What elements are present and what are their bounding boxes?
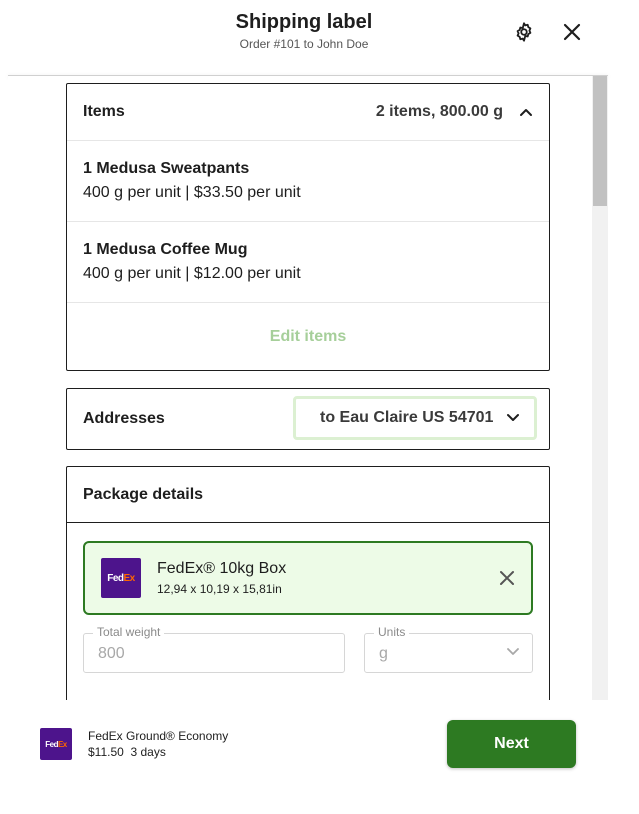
edit-items-button[interactable]: Edit items (270, 328, 346, 346)
items-card: Items 2 items, 800.00 g 1 Medusa Sweatpa… (66, 83, 550, 371)
next-button[interactable]: Next (447, 720, 576, 768)
item-meta: 400 g per unit | $33.50 per unit (83, 184, 301, 201)
address-select[interactable]: to Eau Claire US 54701 (293, 396, 537, 440)
package-info: FedEx® 10kg Box 12,94 x 10,19 x 15,81in (157, 560, 286, 596)
dialog-footer: Fed Ex FedEx Ground® Economy $11.50 3 day… (0, 700, 639, 814)
chevron-down-icon (507, 414, 519, 421)
remove-package-button[interactable] (499, 570, 515, 586)
dialog-header: Shipping label Order #101 to John Doe (0, 0, 639, 76)
units-select[interactable]: Units g (364, 625, 533, 673)
shipping-service-name: FedEx Ground® Economy (88, 729, 229, 743)
item-meta: 400 g per unit | $12.00 per unit (83, 265, 301, 282)
settings-button[interactable] (510, 18, 538, 46)
item-name: 1 Medusa Coffee Mug (83, 241, 248, 258)
shipping-price: $11.50 (88, 745, 124, 759)
fedex-logo-fed: Fed (107, 572, 124, 584)
content-scroll-area[interactable]: Items 2 items, 800.00 g 1 Medusa Sweatpa… (8, 76, 608, 700)
close-button[interactable] (558, 18, 586, 46)
scrollbar-thumb[interactable] (593, 76, 607, 206)
fedex-logo: Fed Ex (101, 558, 141, 598)
total-weight-label: Total weight (93, 625, 165, 639)
fedex-logo-ex: Ex (123, 572, 136, 584)
close-icon (563, 23, 581, 41)
package-dimensions: 12,94 x 10,19 x 15,81in (157, 582, 282, 596)
units-value: g (379, 645, 388, 662)
items-summary: 2 items, 800.00 g (375, 103, 503, 120)
units-label: Units (374, 625, 410, 639)
addresses-card: Addresses to Eau Claire US 54701 (66, 388, 550, 450)
total-weight-input[interactable]: 800 (98, 645, 125, 663)
carrier-logo: Fed Ex (40, 728, 72, 760)
items-card-title: Items (83, 103, 125, 120)
fedex-logo: Fed Ex (40, 728, 72, 760)
chevron-down-icon (507, 648, 519, 655)
chevron-up-icon[interactable] (519, 107, 533, 117)
items-card-header[interactable]: Items 2 items, 800.00 g (67, 84, 549, 140)
total-weight-field[interactable]: Total weight 800 (83, 625, 345, 673)
addresses-card-title: Addresses (83, 410, 165, 427)
package-details-card: Package details Fed Ex FedEx® 10kg Box 12… (66, 466, 550, 700)
package-name: FedEx® 10kg Box (157, 560, 287, 577)
package-card-header: Package details (67, 467, 549, 523)
close-icon (500, 571, 514, 585)
package-card-title: Package details (83, 485, 204, 503)
shipping-rate: $11.50 3 days (88, 745, 166, 759)
list-item: 1 Medusa Coffee Mug 400 g per unit | $12… (67, 221, 549, 302)
item-name: 1 Medusa Sweatpants (83, 160, 250, 177)
selected-package[interactable]: Fed Ex FedEx® 10kg Box 12,94 x 10,19 x 15… (83, 541, 533, 615)
list-item: 1 Medusa Sweatpants 400 g per unit | $33… (67, 140, 549, 221)
address-select-value: to Eau Claire US 54701 (320, 409, 494, 426)
fedex-logo-fed: Fed (45, 739, 58, 749)
shipping-transit-time: 3 days (130, 745, 166, 759)
gear-icon (516, 22, 532, 42)
edit-items-row: Edit items (67, 302, 549, 370)
fedex-logo-ex: Ex (57, 739, 67, 749)
